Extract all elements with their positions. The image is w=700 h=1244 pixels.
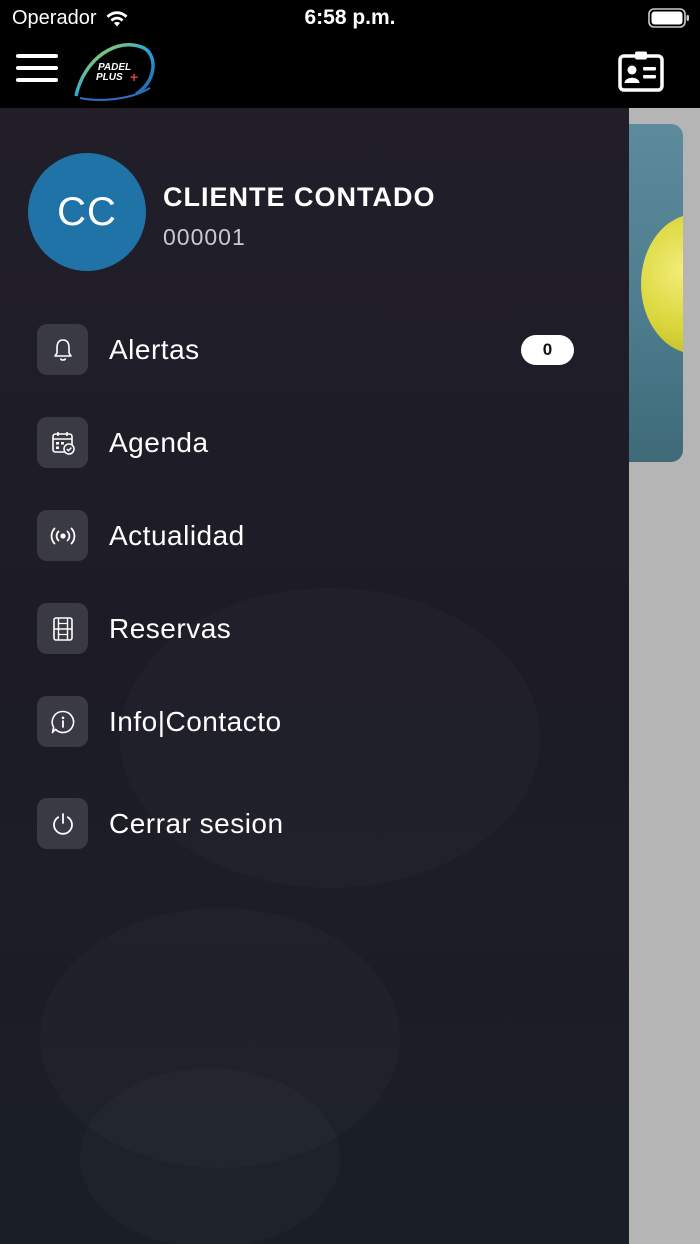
menu-item-label: Actualidad: [109, 520, 245, 551]
info-chat-icon: [37, 696, 88, 747]
hamburger-line: [16, 78, 58, 82]
menu-toggle-button[interactable]: [16, 52, 58, 84]
menu-item-label: Info|Contacto: [109, 706, 282, 737]
power-icon: [37, 798, 88, 849]
background-page: [629, 108, 700, 1244]
tennis-ball-image: [641, 214, 683, 354]
hamburger-line: [16, 54, 58, 58]
background-banner-image: [629, 124, 683, 462]
menu-item-label: Reservas: [109, 613, 232, 644]
menu-item-label: Agenda: [109, 427, 209, 458]
navigation-drawer: CC CLIENTE CONTADO 000001 Alertas 0 Agen…: [0, 108, 629, 1244]
menu-item-label: Alertas: [109, 334, 200, 365]
court-icon: [37, 603, 88, 654]
user-name: CLIENTE CONTADO: [163, 182, 436, 212]
calendar-check-icon: [37, 417, 88, 468]
bell-icon: [37, 324, 88, 375]
logo-text-line2: PLUS: [96, 72, 123, 83]
broadcast-icon: [37, 510, 88, 561]
menu-item-info-contacto[interactable]: Info|Contacto: [0, 686, 629, 756]
padel-plus-logo: PADEL PLUS +: [74, 42, 155, 101]
status-bar: Operador 6:58 p.m.: [0, 0, 700, 36]
menu-item-actualidad[interactable]: Actualidad: [0, 500, 629, 570]
menu-item-agenda[interactable]: Agenda: [0, 407, 629, 477]
menu-item-cerrar-sesion[interactable]: Cerrar sesion: [0, 788, 629, 858]
menu-item-label: Cerrar sesion: [109, 808, 284, 839]
hamburger-line: [16, 66, 58, 70]
member-card-icon[interactable]: [618, 50, 664, 92]
avatar: CC: [28, 153, 146, 271]
alerts-count-badge: 0: [521, 335, 574, 365]
clock: 6:58 p.m.: [304, 6, 396, 29]
battery-icon: [648, 8, 690, 33]
app-bar: PADEL PLUS +: [0, 36, 700, 108]
svg-text:+: +: [130, 69, 138, 85]
menu-item-reservas[interactable]: Reservas: [0, 593, 629, 663]
avatar-initials: CC: [57, 189, 117, 234]
menu-item-alertas[interactable]: Alertas 0: [0, 314, 629, 384]
user-code: 000001: [163, 224, 246, 250]
